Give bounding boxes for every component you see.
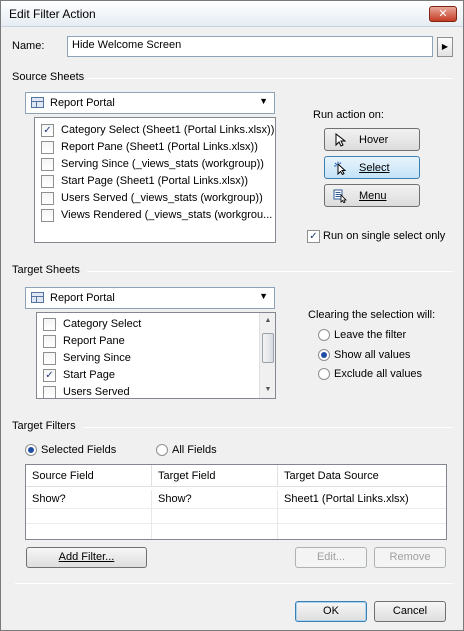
all-fields-radio[interactable] xyxy=(156,444,168,456)
window-title: Edit Filter Action xyxy=(9,7,96,21)
column-header-target-field[interactable]: Target Field xyxy=(152,465,278,487)
insert-field-button[interactable]: ▶ xyxy=(437,37,453,57)
checkbox[interactable] xyxy=(41,141,54,154)
pointer-icon xyxy=(333,132,347,147)
target-filters-divider xyxy=(83,427,453,428)
source-sheets-title: Source Sheets xyxy=(12,71,85,83)
target-datasource-dropdown[interactable]: Report Portal ▼ xyxy=(25,287,275,309)
close-icon[interactable]: ✕ xyxy=(429,6,457,22)
name-input[interactable] xyxy=(72,39,428,51)
footer-divider xyxy=(15,583,453,584)
select-cursor-icon xyxy=(333,161,347,176)
select-button[interactable]: Select xyxy=(324,156,420,179)
selected-fields-label: Selected Fields xyxy=(41,444,117,456)
target-filters-table: Source Field Target Field Target Data So… xyxy=(25,464,447,540)
edit-filter-action-dialog: Edit Filter Action ✕ Name: ▶ Source Shee… xyxy=(0,0,464,631)
check-icon: ✓ xyxy=(309,231,318,242)
checkbox[interactable]: ✓ xyxy=(41,124,54,137)
show-all-values-label: Show all values xyxy=(334,349,411,361)
target-filters-title: Target Filters xyxy=(12,420,76,432)
exclude-all-values-label: Exclude all values xyxy=(334,368,423,380)
datasource-icon xyxy=(31,292,44,303)
target-datasource-value: Report Portal xyxy=(50,292,115,304)
table-cell: Show? xyxy=(26,490,152,508)
checkbox[interactable] xyxy=(41,175,54,188)
list-scrollbar[interactable]: ▲ ▼ xyxy=(259,313,275,398)
scroll-down-icon[interactable]: ▼ xyxy=(260,382,275,398)
source-sheets-divider xyxy=(87,78,453,79)
target-sheets-title: Target Sheets xyxy=(12,264,80,276)
target-sheets-list: Category Select Report Pane Serving Sinc… xyxy=(36,312,276,399)
ok-button[interactable]: OK xyxy=(295,601,367,622)
edit-button[interactable]: Edit... xyxy=(295,547,367,568)
empty-cell xyxy=(26,509,152,539)
datasource-icon xyxy=(31,97,44,108)
checkbox[interactable] xyxy=(41,158,54,171)
name-input-box xyxy=(67,36,433,57)
clearing-title: Clearing the selection will: xyxy=(308,309,436,321)
checkbox[interactable]: ✓ xyxy=(43,369,56,382)
leave-filter-label: Leave the filter xyxy=(334,329,407,341)
table-cell: Show? xyxy=(152,490,278,508)
check-icon: ✓ xyxy=(45,370,54,381)
checkbox[interactable] xyxy=(43,335,56,348)
chevron-down-icon: ▼ xyxy=(259,291,268,301)
title-bar: Edit Filter Action ✕ xyxy=(1,1,463,27)
source-datasource-value: Report Portal xyxy=(50,97,115,109)
checkbox[interactable] xyxy=(43,318,56,331)
chevron-down-icon: ▼ xyxy=(259,96,268,106)
remove-button[interactable]: Remove xyxy=(374,547,446,568)
source-datasource-dropdown[interactable]: Report Portal ▼ xyxy=(25,92,275,114)
exclude-all-values-radio[interactable] xyxy=(318,368,330,380)
cancel-button[interactable]: Cancel xyxy=(374,601,446,622)
hover-button[interactable]: Hover xyxy=(324,128,420,151)
scroll-thumb[interactable] xyxy=(262,333,274,363)
table-cell: Sheet1 (Portal Links.xlsx) xyxy=(284,493,409,505)
checkbox[interactable] xyxy=(41,209,54,222)
checkbox[interactable] xyxy=(41,192,54,205)
menu-button[interactable]: Menu xyxy=(324,184,420,207)
checkbox[interactable] xyxy=(43,352,56,365)
add-filter-button[interactable]: Add Filter... xyxy=(26,547,147,568)
scroll-up-icon[interactable]: ▲ xyxy=(260,313,275,329)
check-icon: ✓ xyxy=(43,125,52,136)
selected-fields-radio[interactable] xyxy=(25,444,37,456)
column-header-source-field[interactable]: Source Field xyxy=(26,465,152,487)
single-select-label: Run on single select only xyxy=(323,230,446,242)
checkbox[interactable] xyxy=(43,386,56,398)
source-sheets-list: ✓ Category Select (Sheet1 (Portal Links.… xyxy=(34,117,276,243)
show-all-values-radio[interactable] xyxy=(318,349,330,361)
leave-filter-radio[interactable] xyxy=(318,329,330,341)
target-sheets-divider xyxy=(87,271,453,272)
column-header-target-data-source[interactable]: Target Data Source xyxy=(278,465,446,487)
all-fields-label: All Fields xyxy=(172,444,217,456)
name-label: Name: xyxy=(12,40,45,52)
menu-icon xyxy=(333,189,347,204)
run-action-title: Run action on: xyxy=(313,109,384,121)
empty-cell xyxy=(152,509,278,539)
single-select-checkbox[interactable]: ✓ xyxy=(307,230,320,243)
